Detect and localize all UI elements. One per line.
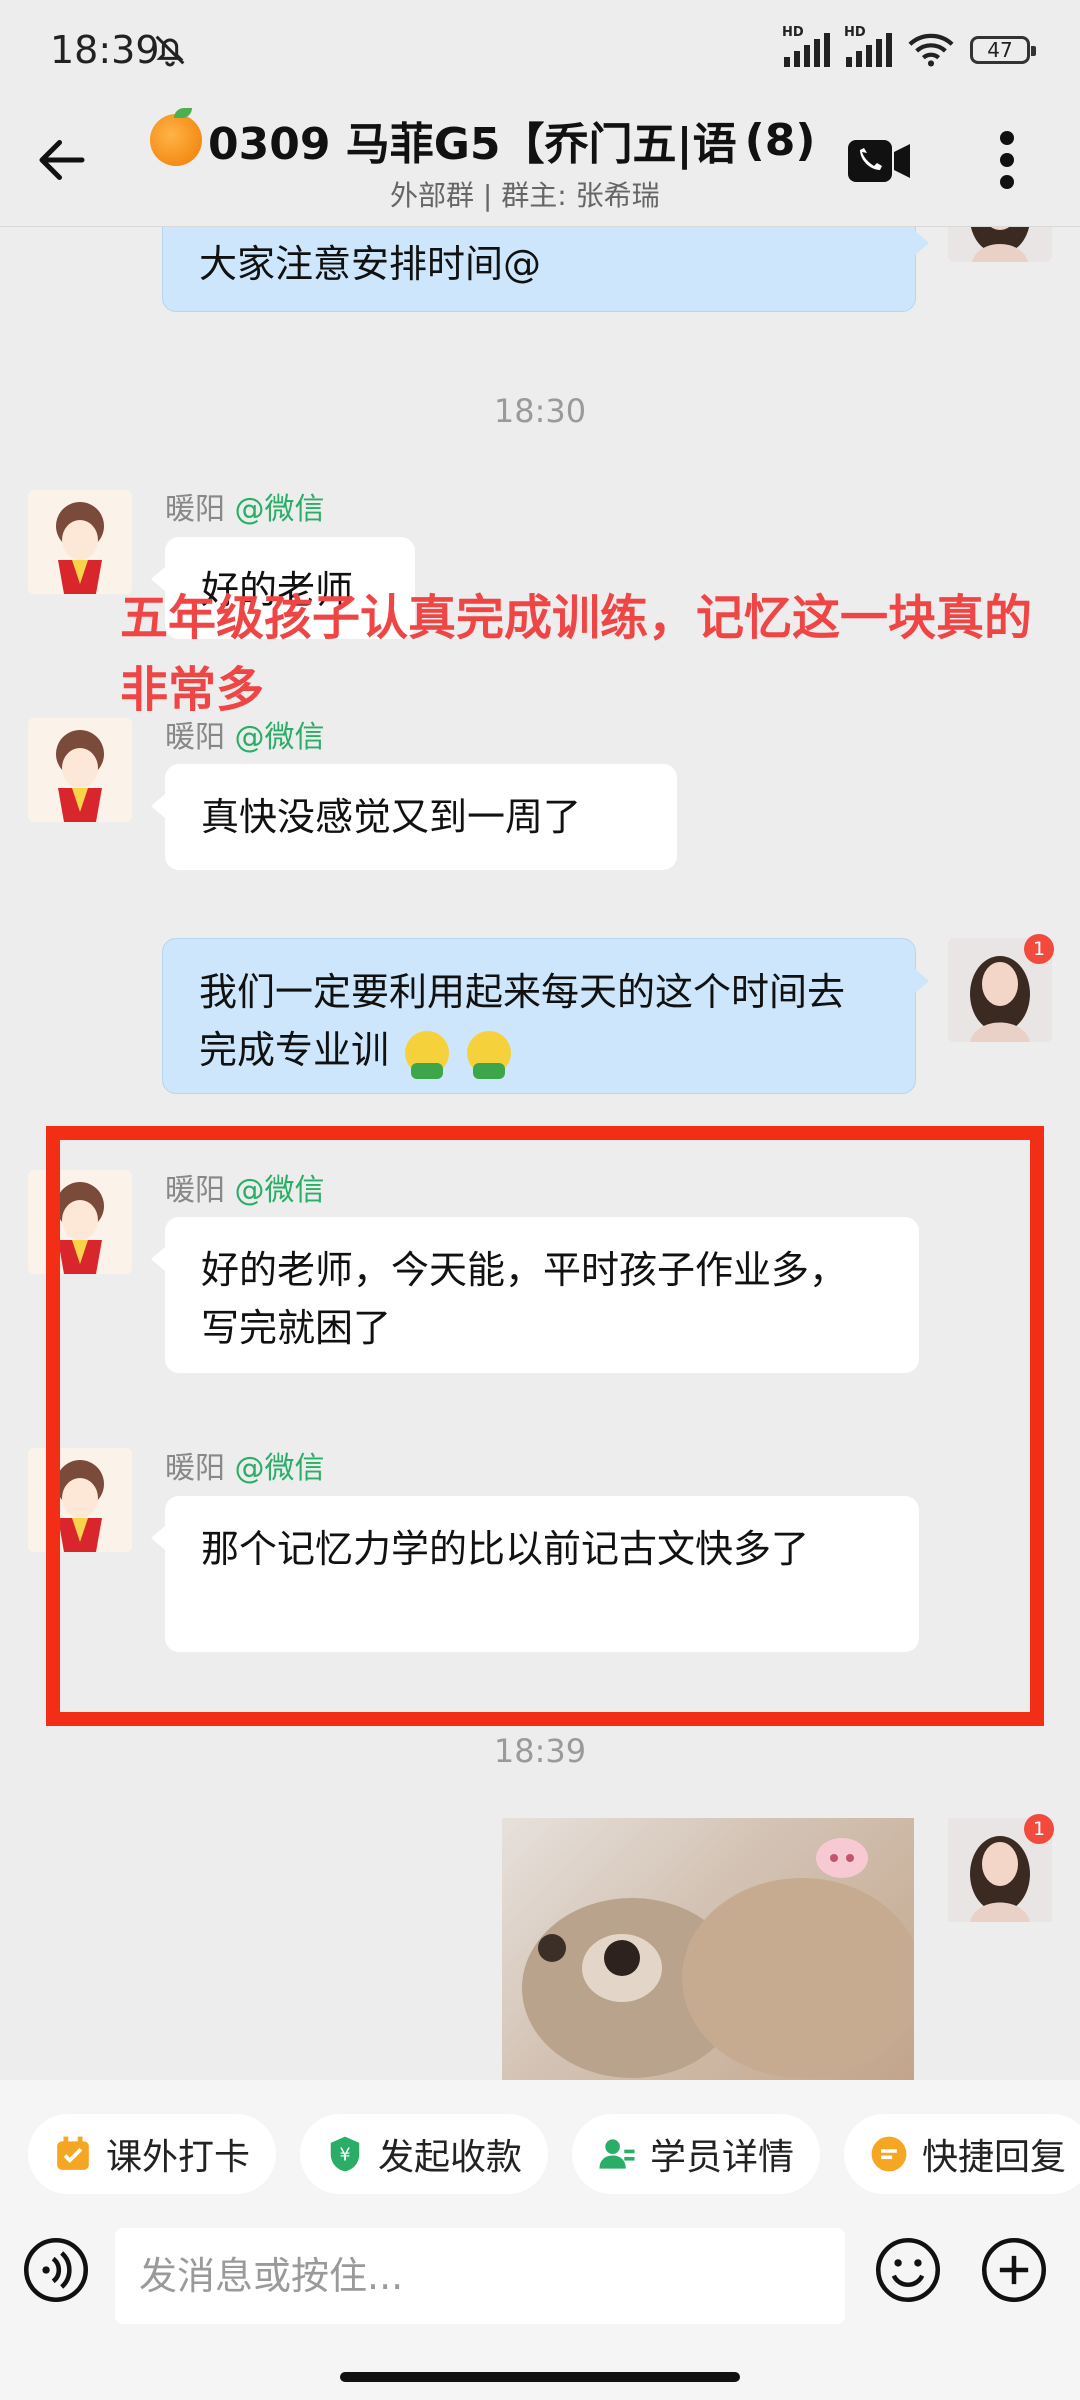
chat-header: 0309 马菲G5【乔门五|语 (8) 外部群 | 群主: 张希瑞 — [0, 100, 1080, 227]
quick-actions-bar: 课外打卡 ¥ 发起收款 学员详情 快捷回复 — [0, 2080, 1080, 2194]
emoji-icon — [467, 1030, 512, 1079]
chip-label: 学员详情 — [649, 2137, 794, 2178]
avatar[interactable] — [948, 227, 1052, 262]
more-options-icon[interactable] — [995, 128, 1019, 192]
chat-title: 0309 马菲G5【乔门五|语 — [208, 119, 737, 170]
unread-badge: 1 — [1024, 1814, 1054, 1844]
message-bubble[interactable]: 真快没感觉又到一周了 — [151, 764, 677, 870]
message-bubble[interactable]: 大家注意安排时间@ — [162, 227, 929, 312]
voice-input-icon[interactable] — [22, 2236, 90, 2304]
status-time: 18:39 — [50, 28, 160, 72]
status-bar: 18:39 HD HD 47 — [0, 0, 1080, 100]
quick-action-student-details[interactable]: 学员详情 — [572, 2114, 820, 2194]
message-list[interactable]: 大家注意安排时间@ 18:30 暖阳 @微信 好的老师 暖阳 @微信 真快没感觉… — [0, 227, 1080, 2080]
quick-action-quick-reply[interactable]: 快捷回复 — [844, 2114, 1080, 2194]
chat-subtitle: 外部群 | 群主: 张希瑞 — [390, 179, 660, 212]
wifi-icon — [908, 33, 954, 67]
chip-label: 课外打卡 — [105, 2137, 250, 2178]
bell-off-icon — [155, 35, 185, 67]
message-input[interactable] — [115, 2228, 845, 2324]
input-bar — [0, 2194, 1080, 2400]
checkin-icon — [57, 2136, 89, 2170]
battery-indicator: 47 — [970, 36, 1036, 64]
svg-text:¥: ¥ — [339, 2145, 350, 2165]
status-icons: HD HD 47 — [782, 25, 1036, 68]
sender-name: 暖阳 @微信 — [165, 492, 325, 527]
message-bubble[interactable]: 我们一定要利用起来每天的这个时间去完成专业训 — [162, 938, 929, 1094]
member-count: (8) — [744, 114, 816, 166]
chip-label: 快捷回复 — [921, 2137, 1066, 2178]
emoji-icon — [405, 1030, 450, 1079]
chat-title-row[interactable]: 0309 马菲G5【乔门五|语 (8) — [150, 108, 840, 172]
home-indicator — [340, 2372, 740, 2382]
emoji-icon[interactable] — [874, 2236, 942, 2304]
quick-action-payment[interactable]: ¥ 发起收款 — [300, 2114, 548, 2194]
signal-icon: HD — [782, 25, 830, 67]
message-text: 大家注意安排时间@ — [199, 242, 542, 286]
video-call-icon[interactable] — [848, 140, 910, 182]
back-arrow-icon[interactable] — [32, 130, 92, 190]
avatar[interactable]: 1 — [948, 1814, 1054, 1922]
timestamp: 18:39 — [493, 1732, 587, 1770]
highlight-box — [46, 1126, 1044, 1726]
avatar[interactable] — [28, 718, 132, 822]
student-icon — [599, 2139, 635, 2169]
signal-icon: HD — [844, 25, 892, 67]
avatar[interactable]: 1 — [948, 934, 1054, 1042]
unread-badge: 1 — [1024, 934, 1054, 964]
chip-label: 发起收款 — [377, 2137, 522, 2178]
timestamp: 18:30 — [493, 392, 587, 430]
quick-reply-icon — [871, 2136, 907, 2172]
avatar[interactable] — [28, 490, 132, 594]
quick-action-checkin[interactable]: 课外打卡 — [28, 2114, 276, 2194]
message-text: 真快没感觉又到一周了 — [201, 795, 582, 839]
add-icon[interactable] — [980, 2236, 1048, 2304]
sent-image[interactable] — [502, 1818, 914, 2080]
orange-emoji-icon — [150, 108, 202, 166]
message-text: 我们一定要利用起来每天的这个时间去完成专业训 — [199, 970, 846, 1072]
overlay-caption: 五年级孩子认真完成训练，记忆这一块真的非常多 — [120, 590, 1033, 718]
payment-shield-icon: ¥ — [330, 2136, 360, 2172]
